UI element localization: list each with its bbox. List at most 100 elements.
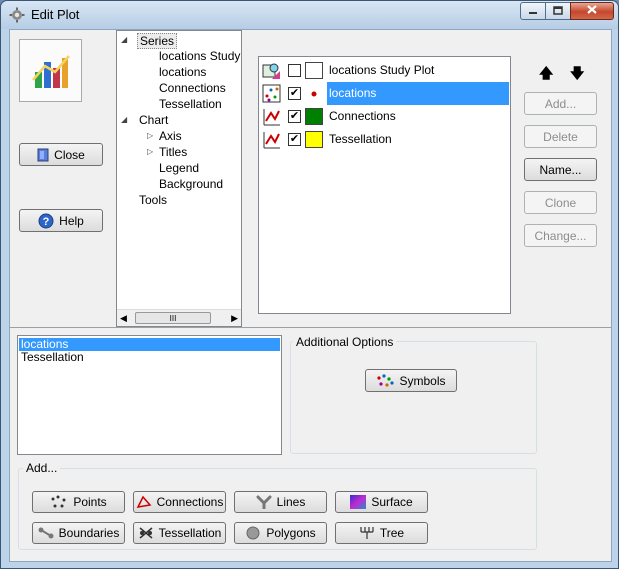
- series-label: locations Study Plot: [329, 63, 435, 77]
- tree-node-series-child[interactable]: Tessellation: [159, 97, 222, 111]
- minimize-icon: [528, 4, 538, 18]
- tree-node-series[interactable]: Series: [137, 33, 178, 49]
- divider: [10, 327, 611, 328]
- scroll-right-icon[interactable]: ▶: [231, 313, 238, 324]
- symbols-icon: [376, 373, 395, 388]
- add-points-button[interactable]: Points: [32, 491, 125, 513]
- series-visible-checkbox[interactable]: ✔: [288, 133, 301, 146]
- add-boundaries-label: Boundaries: [58, 526, 120, 540]
- add-surface-button[interactable]: Surface: [335, 491, 428, 513]
- name-series-button[interactable]: Name...: [524, 158, 597, 181]
- add-connections-button[interactable]: Connections: [133, 491, 226, 513]
- add-lines-label: Lines: [276, 495, 306, 509]
- add-polygons-label: Polygons: [266, 526, 316, 540]
- polygon-icon: [245, 526, 261, 540]
- add-tree-label: Tree: [379, 526, 405, 540]
- window-close-button[interactable]: [570, 2, 614, 20]
- tree-expand-icon[interactable]: ▷: [147, 131, 153, 140]
- series-visible-checkbox[interactable]: [288, 64, 301, 77]
- move-down-icon[interactable]: 🡇: [570, 63, 584, 87]
- tessellation-layer-icon: [262, 130, 282, 150]
- points-icon: [50, 495, 68, 509]
- add-tessellation-button[interactable]: Tessellation: [133, 522, 226, 544]
- tree-node-background[interactable]: Background: [159, 177, 223, 191]
- symbols-button[interactable]: Symbols: [365, 369, 457, 392]
- window-title: Edit Plot: [31, 7, 80, 22]
- layer-list[interactable]: locations Tessellation: [17, 335, 282, 455]
- series-row-selected[interactable]: ✔ locations: [260, 82, 509, 105]
- tree-node-series-child[interactable]: locations: [159, 65, 206, 79]
- title-bar[interactable]: Edit Plot: [1, 1, 618, 29]
- series-color-swatch[interactable]: [305, 108, 323, 125]
- tree-horizontal-scrollbar[interactable]: ◀ III ▶: [117, 309, 241, 326]
- layer-list-item[interactable]: Tessellation: [19, 351, 280, 364]
- map-layer-icon: [262, 61, 282, 81]
- series-row[interactable]: ✔ Connections: [260, 105, 509, 128]
- change-series-button[interactable]: Change...: [524, 224, 597, 247]
- series-color-swatch[interactable]: [305, 62, 323, 79]
- tree-node-series-child[interactable]: Connections: [159, 81, 226, 95]
- door-icon: [37, 148, 49, 162]
- tree-node-axis[interactable]: Axis: [159, 129, 182, 143]
- series-visible-checkbox[interactable]: ✔: [288, 110, 301, 123]
- chart-icon: [19, 39, 82, 102]
- edit-plot-window: Edit Plot Close ? Help ◢ Series location…: [0, 0, 619, 569]
- surface-icon: [350, 495, 367, 509]
- tree-node-chart[interactable]: Chart: [139, 113, 168, 127]
- tree-node-tools[interactable]: Tools: [139, 193, 167, 207]
- additional-options-label: Additional Options: [293, 335, 397, 349]
- move-up-icon[interactable]: 🡅: [539, 63, 553, 87]
- tree-node-titles[interactable]: Titles: [159, 145, 187, 159]
- tree-icon: [359, 526, 375, 540]
- settings-tree[interactable]: ◢ Series locations Study P locations Con…: [116, 30, 242, 327]
- scroll-thumb[interactable]: III: [135, 312, 211, 324]
- help-button[interactable]: ? Help: [19, 209, 103, 232]
- tree-node-series-child[interactable]: locations Study P: [159, 49, 241, 63]
- add-tree-button[interactable]: Tree: [335, 522, 428, 544]
- tree-collapse-icon[interactable]: ◢: [121, 35, 127, 44]
- clone-series-button[interactable]: Clone: [524, 191, 597, 214]
- dialog-client-area: Close ? Help ◢ Series locations Study P …: [9, 29, 612, 562]
- help-icon: ?: [38, 213, 54, 229]
- tree-expand-icon[interactable]: ▷: [147, 147, 153, 156]
- scroll-left-icon[interactable]: ◀: [120, 313, 127, 324]
- series-row[interactable]: ✔ Tessellation: [260, 128, 509, 151]
- series-point-swatch[interactable]: [305, 85, 323, 102]
- series-visible-checkbox[interactable]: ✔: [288, 87, 301, 100]
- series-row[interactable]: locations Study Plot: [260, 59, 509, 82]
- tree-node-legend[interactable]: Legend: [159, 161, 199, 175]
- add-lines-button[interactable]: Lines: [234, 491, 327, 513]
- maximize-icon: [553, 4, 563, 18]
- add-tessellation-label: Tessellation: [158, 526, 222, 540]
- help-button-label: Help: [59, 213, 84, 228]
- maximize-button[interactable]: [545, 2, 571, 20]
- additional-options-group: Additional Options Symbols: [290, 335, 537, 454]
- svg-text:?: ?: [43, 216, 50, 228]
- add-boundaries-button[interactable]: Boundaries: [32, 522, 125, 544]
- add-layer-group: Add... Points Connections Lines Surface …: [18, 461, 537, 550]
- close-button[interactable]: Close: [19, 143, 103, 166]
- add-layer-group-label: Add...: [23, 461, 61, 475]
- boundaries-icon: [38, 526, 54, 540]
- series-label: Tessellation: [329, 132, 392, 146]
- add-series-button[interactable]: Add...: [524, 92, 597, 115]
- add-connections-label: Connections: [156, 495, 224, 509]
- close-button-label: Close: [54, 147, 85, 162]
- tree-collapse-icon[interactable]: ◢: [121, 115, 127, 124]
- gear-icon: [9, 7, 25, 23]
- add-surface-label: Surface: [371, 495, 413, 509]
- add-points-label: Points: [73, 495, 107, 509]
- series-color-swatch[interactable]: [305, 131, 323, 148]
- add-polygons-button[interactable]: Polygons: [234, 522, 327, 544]
- lines-icon: [256, 495, 272, 509]
- close-icon: [586, 4, 598, 18]
- minimize-button[interactable]: [520, 2, 546, 20]
- tessellation-icon: [138, 526, 154, 540]
- connections-layer-icon: [262, 107, 282, 127]
- series-list[interactable]: locations Study Plot ✔ locations ✔ Conne…: [258, 56, 511, 314]
- top-panel: Close ? Help ◢ Series locations Study P …: [10, 30, 611, 328]
- points-layer-icon: [262, 84, 282, 104]
- series-label: Connections: [329, 109, 396, 123]
- connections-icon: [136, 495, 152, 509]
- delete-series-button[interactable]: Delete: [524, 125, 597, 148]
